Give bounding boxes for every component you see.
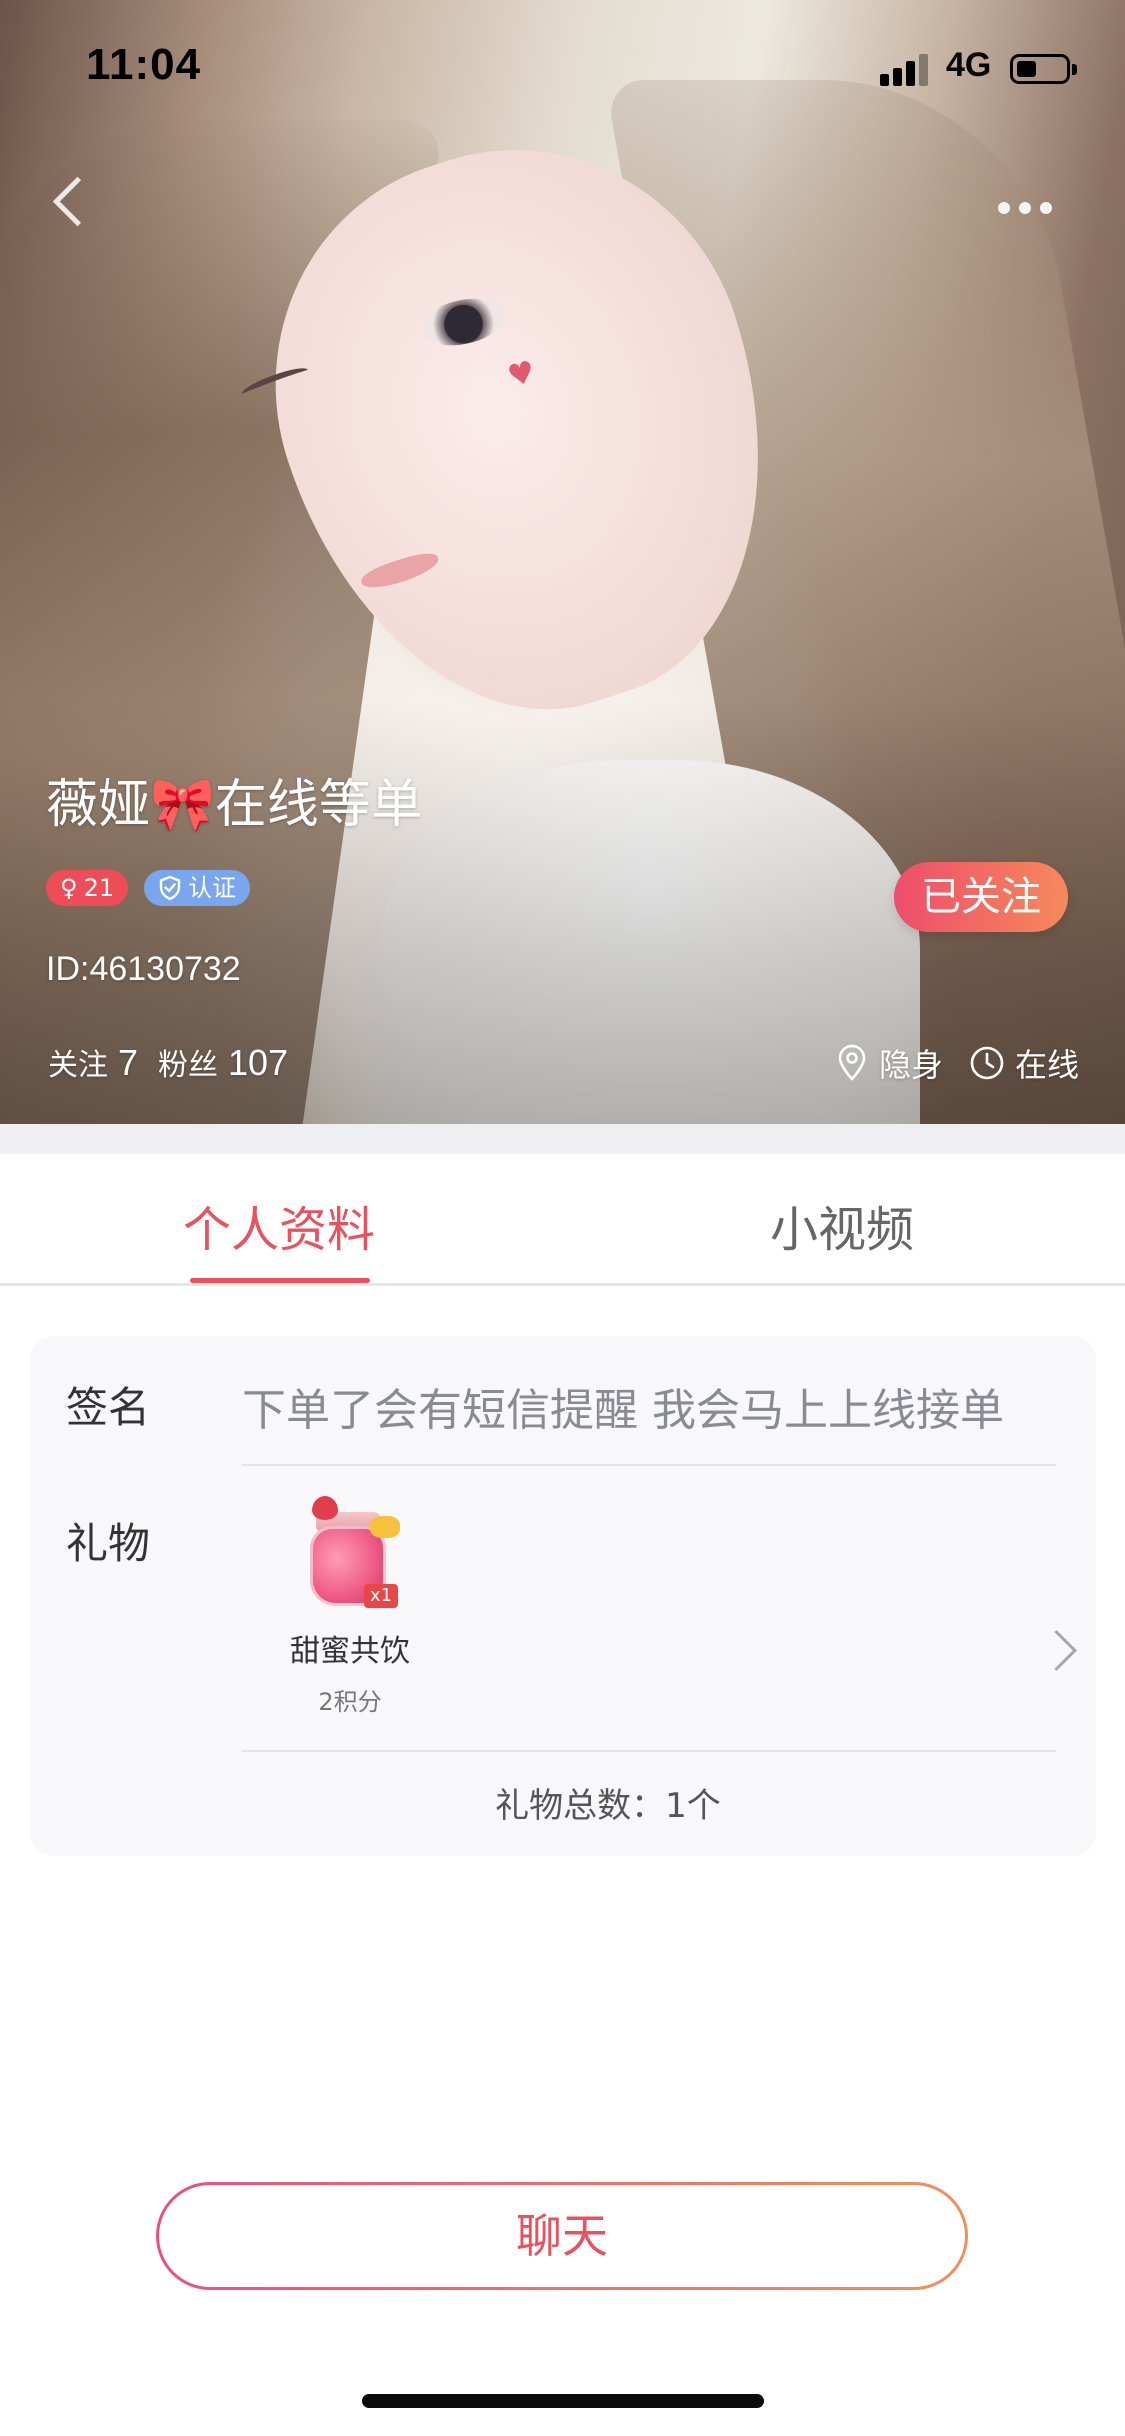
online-status: 在线	[969, 1040, 1079, 1086]
chevron-right-icon[interactable]	[1040, 1620, 1076, 1680]
row-divider	[242, 1464, 1056, 1466]
fans-count: 107	[228, 1042, 289, 1083]
section-divider	[0, 1124, 1125, 1154]
profile-screen: ♥ 11:04 4G 薇娅🎀在线等单 ♀ 21 认证 已关注 ID:461307…	[0, 0, 1125, 2436]
profile-info-card: 签名 下单了会有短信提醒 我会马上上线接单 礼物 x1 甜蜜共饮 2积分 礼物总…	[30, 1336, 1096, 1856]
tab-profile-info[interactable]: 个人资料	[183, 1190, 375, 1260]
profile-badges: ♀ 21 认证	[46, 870, 251, 906]
fans-label: 粉丝	[158, 1048, 219, 1083]
more-dots-icon[interactable]	[990, 186, 1060, 226]
shield-check-icon	[159, 875, 181, 901]
home-indicator[interactable]	[362, 2394, 764, 2408]
gift-quantity: x1	[364, 1584, 398, 1608]
following-count: 7	[118, 1042, 139, 1083]
age-value: 21	[83, 874, 115, 902]
gift-total: 礼物总数：1个	[495, 1786, 721, 1826]
verified-badge: 认证	[144, 870, 251, 906]
following-label: 关注	[48, 1048, 108, 1083]
network-type: 4G	[946, 46, 992, 84]
fans-stat[interactable]: 粉丝 107	[158, 1040, 288, 1084]
online-status-text: 在线	[1014, 1046, 1079, 1084]
location-status: 隐身	[835, 1040, 943, 1086]
location-pin-icon	[838, 1044, 866, 1081]
row-divider	[242, 1750, 1056, 1752]
back-icon[interactable]	[38, 170, 98, 230]
chat-button-label: 聊天	[159, 2185, 965, 2287]
clock-icon	[970, 1046, 1004, 1080]
follow-button[interactable]: 已关注	[894, 862, 1068, 932]
status-bar: 11:04 4G	[0, 0, 1125, 132]
profile-tabs: 个人资料 小视频	[0, 1154, 1125, 1286]
gift-name: 甜蜜共饮	[290, 1634, 410, 1669]
gift-price: 2积分	[318, 1688, 382, 1716]
verified-label: 认证	[188, 874, 237, 902]
signature-text: 下单了会有短信提醒 我会马上上线接单	[242, 1385, 1004, 1436]
sweet-drink-jar-icon: x1	[300, 1496, 400, 1608]
tab-short-videos[interactable]: 小视频	[770, 1190, 914, 1260]
signal-icon	[880, 52, 932, 86]
battery-icon	[1010, 54, 1077, 84]
signature-label: 签名	[66, 1383, 151, 1432]
status-time: 11:04	[86, 40, 202, 89]
gift-label: 礼物	[66, 1519, 151, 1568]
presence-info: 隐身 在线	[835, 1040, 1079, 1086]
location-status-text: 隐身	[878, 1046, 943, 1084]
profile-nickname: 薇娅🎀在线等单	[46, 775, 423, 835]
female-icon: ♀	[60, 874, 78, 902]
gift-item[interactable]: x1 甜蜜共饮 2积分	[270, 1496, 430, 1717]
gender-age-badge: ♀ 21	[46, 870, 129, 906]
user-id: ID:46130732	[46, 950, 241, 988]
follow-counts: 关注 7 粉丝 107	[48, 1040, 288, 1084]
active-tab-indicator	[190, 1278, 370, 1283]
following-stat[interactable]: 关注 7	[48, 1040, 138, 1084]
chat-button[interactable]: 聊天	[156, 2182, 968, 2290]
